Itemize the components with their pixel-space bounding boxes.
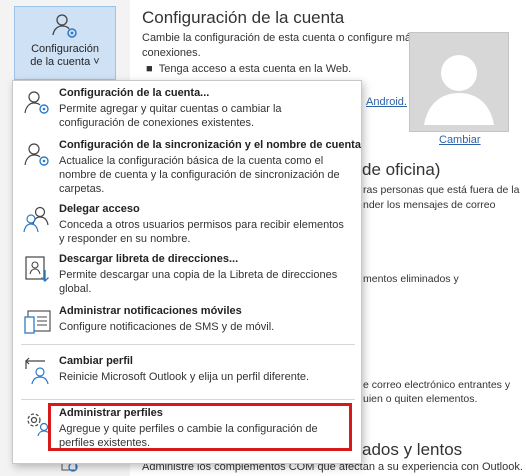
account-settings-button[interactable]: Configuración de la cuenta ˅ [14, 6, 116, 80]
bullet-icon: ■ [146, 63, 153, 75]
mailbox-desc: mentos eliminados y [363, 273, 459, 285]
sync-account-icon [23, 141, 51, 169]
rules-desc-2: uien o quiten elementos. [363, 393, 478, 405]
avatar [409, 32, 509, 132]
page-title: Configuración de la cuenta [142, 8, 345, 27]
menu-item-title: Delegar acceso [59, 203, 140, 215]
ooo-desc-2: nder los mensajes de correo [363, 199, 496, 211]
account-gear-icon [50, 11, 80, 41]
ooo-title: de oficina) [362, 160, 441, 179]
menu-item-download-address-book[interactable]: Descargar libreta de direcciones... Perm… [13, 253, 361, 299]
change-photo-link[interactable]: Cambiar [439, 134, 481, 146]
menu-item-desc: Permite agregar y quitar cuentas o cambi… [59, 103, 282, 129]
menu-item-title: Descargar libreta de direcciones... [59, 253, 239, 265]
rules-desc-1: e correo electrónico entrantes y [363, 379, 511, 391]
menu-item-desc: Actualice la configuración básica de la … [59, 155, 340, 195]
menu-item-mobile-notifications[interactable]: Administrar notificaciones móviles Confi… [13, 305, 361, 339]
address-book-download-icon [23, 255, 51, 283]
account-settings-icon [23, 89, 51, 117]
menu-item-change-profile[interactable]: Cambiar perfil Reinicie Microsoft Outloo… [13, 355, 361, 395]
highlight-box [48, 403, 352, 451]
menu-item-delegate-access[interactable]: Delegar acceso Conceda a otros usuarios … [13, 203, 361, 249]
manage-profiles-icon [23, 409, 51, 437]
menu-item-account-settings[interactable]: Configuración de la cuenta... Permite ag… [13, 87, 361, 133]
account-bullet: ■ Tenga acceso a esta cuenta en la Web. [146, 63, 352, 75]
account-desc-1: Cambie la configuración de esta cuenta o… [142, 32, 417, 44]
account-desc-2: conexiones. [142, 47, 201, 59]
menu-item-desc: Conceda a otros usuarios permisos para r… [59, 219, 344, 245]
menu-separator [21, 399, 355, 400]
menu-item-desc: Permite descargar una copia de la Libret… [59, 269, 338, 295]
mobile-notifications-icon [23, 307, 51, 335]
account-button-label-1: Configuración [31, 43, 99, 55]
menu-item-sync-settings[interactable]: Configuración de la sincronización y el … [13, 139, 361, 197]
menu-item-title: Configuración de la sincronización y el … [59, 139, 361, 151]
menu-item-title: Administrar notificaciones móviles [59, 305, 242, 317]
menu-item-desc: Configure notificaciones de SMS y de móv… [59, 321, 275, 333]
menu-separator [21, 344, 355, 345]
menu-item-title: Cambiar perfil [59, 355, 133, 367]
account-button-label-2: de la cuenta ˅ [30, 56, 100, 68]
change-profile-icon [23, 357, 51, 385]
menu-item-title: Configuración de la cuenta... [59, 87, 210, 99]
delegate-users-icon [23, 205, 51, 233]
android-link[interactable]: Android. [366, 96, 407, 108]
menu-item-desc: Reinicie Microsoft Outlook y elija un pe… [59, 371, 310, 383]
ooo-desc-1: ras personas que está fuera de la [363, 184, 520, 196]
slow-addins-title: ados y lentos [362, 440, 463, 459]
